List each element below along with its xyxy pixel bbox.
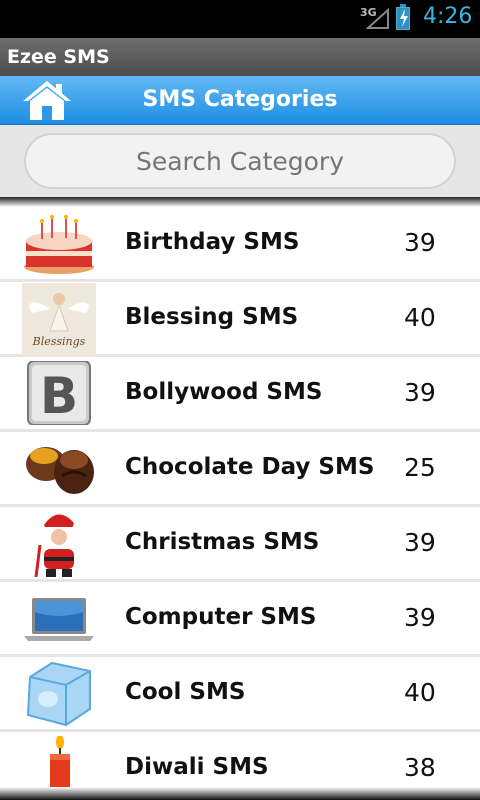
header-bar: SMS Categories [0, 76, 480, 125]
category-name: Christmas SMS [125, 529, 320, 555]
category-name: Diwali SMS [125, 754, 269, 780]
ice-cube-icon [26, 661, 91, 727]
search-input[interactable] [24, 133, 456, 189]
svg-text:B: B [40, 367, 78, 425]
blessings-angel-icon: Blessings [22, 283, 96, 357]
list-item[interactable]: Computer SMS 39 [0, 582, 480, 657]
category-name: Cool SMS [125, 679, 246, 705]
category-list: Birthday SMS 39 Blessings Blessing SMS 4… [0, 207, 480, 787]
category-name: Blessing SMS [125, 304, 299, 330]
list-item[interactable]: B Bollywood SMS 39 [0, 357, 480, 432]
category-name: Birthday SMS [125, 229, 300, 255]
page-title: SMS Categories [142, 87, 338, 112]
list-item[interactable]: Diwali SMS 38 [0, 732, 480, 787]
app-title-bar: Ezee SMS [0, 38, 480, 76]
list-item[interactable]: Cool SMS 40 [0, 657, 480, 732]
category-name: Bollywood SMS [125, 379, 323, 405]
charging-bolt-icon [400, 9, 408, 27]
category-count: 39 [404, 603, 436, 632]
list-item[interactable]: Blessings Blessing SMS 40 [0, 282, 480, 357]
category-count: 39 [404, 378, 436, 407]
diwali-candle-icon [50, 736, 70, 787]
category-count: 38 [404, 753, 436, 782]
list-item[interactable]: Christmas SMS 39 [0, 507, 480, 582]
category-count: 40 [404, 678, 436, 707]
list-top-shadow [0, 197, 480, 207]
list-item[interactable]: Birthday SMS 39 [0, 207, 480, 282]
chocolates-icon [26, 447, 94, 494]
app-title: Ezee SMS [7, 46, 110, 68]
status-bar: 3G 4:26 [0, 0, 480, 38]
category-name: Computer SMS [125, 604, 317, 630]
letter-b-icon: B [27, 361, 91, 425]
category-name: Chocolate Day SMS [125, 454, 375, 480]
category-count: 39 [404, 228, 436, 257]
svg-text:Blessings: Blessings [32, 335, 86, 348]
search-area [0, 125, 480, 197]
laptop-icon [24, 598, 94, 641]
category-count: 25 [404, 453, 436, 482]
signal-icon [366, 8, 389, 29]
birthday-cake-icon [24, 215, 94, 274]
santa-claus-icon [34, 514, 82, 578]
category-count: 40 [404, 303, 436, 332]
list-bottom-shadow [0, 787, 480, 800]
clock: 4:26 [423, 4, 473, 29]
category-count: 39 [404, 528, 436, 557]
list-item[interactable]: Chocolate Day SMS 25 [0, 432, 480, 507]
